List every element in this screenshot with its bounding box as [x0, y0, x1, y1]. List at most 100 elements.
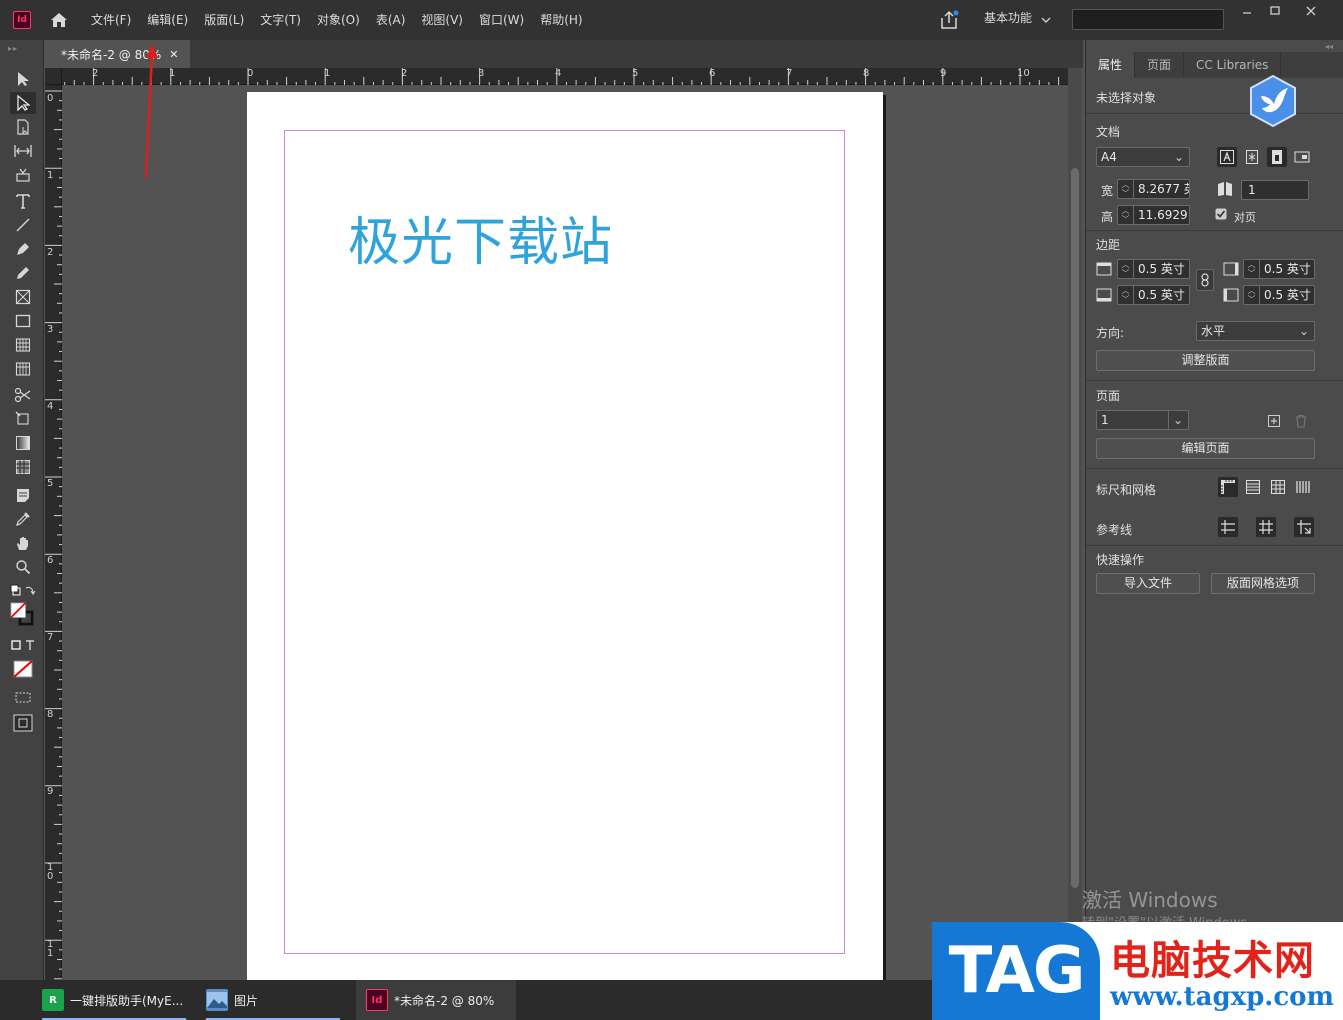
- free-transform-tool-icon[interactable]: [10, 408, 36, 430]
- content-collector-icon[interactable]: [10, 164, 36, 186]
- gap-tool-icon[interactable]: [10, 140, 36, 162]
- ruler-label: 0: [247, 68, 254, 79]
- pages-count-input[interactable]: 1: [1241, 180, 1309, 200]
- type-tool-icon[interactable]: [10, 190, 36, 212]
- rulers-grids-label: 标尺和网格: [1096, 483, 1157, 497]
- zoom-tool-icon[interactable]: [10, 556, 36, 578]
- formatting-container-icon[interactable]: [10, 634, 36, 656]
- menu-type[interactable]: 文字(T): [252, 0, 309, 40]
- margin-bottom-value: 0.5 英寸: [1138, 288, 1185, 302]
- facing-pages-checkbox[interactable]: [1213, 206, 1229, 222]
- import-file-button[interactable]: 导入文件: [1096, 573, 1200, 594]
- menu-table[interactable]: 表(A): [368, 0, 414, 40]
- page-select[interactable]: 1 ⌄: [1096, 410, 1189, 430]
- indesign-logo: Id: [13, 11, 31, 29]
- screen-mode-icon[interactable]: [10, 686, 36, 708]
- margin-top-input[interactable]: ︿ ﹀ 0.5 英寸: [1117, 259, 1190, 279]
- tab-properties[interactable]: 属性: [1086, 52, 1136, 78]
- margin-inside-input[interactable]: ︿ ﹀ 0.5 英寸: [1243, 259, 1315, 279]
- chevron-down-icon[interactable]: [1041, 13, 1051, 27]
- ruler-label: 1 0: [47, 862, 54, 882]
- menu-layout[interactable]: 版面(L): [196, 0, 252, 40]
- margin-outside-input[interactable]: ︿ ﹀ 0.5 英寸: [1243, 285, 1315, 305]
- workspace-switcher[interactable]: 基本功能: [984, 0, 1032, 36]
- document-grid-icon[interactable]: [1268, 477, 1288, 497]
- home-icon[interactable]: [49, 10, 69, 30]
- taskbar-item-pictures[interactable]: 图片: [198, 980, 348, 1020]
- fill-stroke-swatch-icon[interactable]: [10, 600, 36, 630]
- vertical-grid-tool-icon[interactable]: [10, 358, 36, 380]
- orientation-select[interactable]: 水平 ⌄: [1196, 321, 1315, 341]
- swap-fill-stroke-icon[interactable]: [10, 580, 36, 602]
- menu-help[interactable]: 帮助(H): [532, 0, 590, 40]
- vertical-scrollbar[interactable]: [1068, 68, 1082, 980]
- close-icon[interactable]: ✕: [169, 48, 178, 61]
- show-guides-icon[interactable]: [1218, 517, 1238, 537]
- trash-icon[interactable]: [1291, 411, 1311, 431]
- search-input[interactable]: [1072, 9, 1224, 30]
- share-icon[interactable]: [938, 9, 960, 31]
- ruler-label: 7: [47, 632, 54, 643]
- adjust-layout-button[interactable]: 调整版面: [1096, 350, 1315, 371]
- gradient-feather-tool-icon[interactable]: [10, 456, 36, 478]
- rectangle-frame-tool-icon[interactable]: [10, 286, 36, 308]
- rectangle-tool-icon[interactable]: [10, 310, 36, 332]
- document-page[interactable]: 极光下载站: [247, 92, 883, 980]
- horizontal-grid-tool-icon[interactable]: [10, 334, 36, 356]
- page-text-frame[interactable]: 极光下载站: [348, 200, 613, 275]
- divider: [1086, 113, 1343, 114]
- eyedropper-tool-icon[interactable]: [10, 508, 36, 530]
- tab-pages[interactable]: 页面: [1135, 52, 1185, 78]
- direct-selection-tool-icon[interactable]: [10, 92, 36, 114]
- baseline-grid-icon[interactable]: [1243, 477, 1263, 497]
- scissors-tool-icon[interactable]: [10, 384, 36, 406]
- menu-edit[interactable]: 编辑(E): [139, 0, 196, 40]
- selection-tool-icon[interactable]: [10, 68, 36, 90]
- margin-bottom-input[interactable]: ︿ ﹀ 0.5 英寸: [1117, 285, 1190, 305]
- taskbar-item-indesign[interactable]: Id *未命名-2 @ 80%: [356, 980, 516, 1020]
- pen-tool-icon[interactable]: [10, 238, 36, 260]
- menu-object[interactable]: 对象(O): [309, 0, 368, 40]
- pencil-tool-icon[interactable]: [10, 262, 36, 284]
- vertical-ruler[interactable]: 0 1 2 3 4 5 6 7 8 9 1 0 1 1: [45, 85, 62, 980]
- maximize-icon[interactable]: [1260, 0, 1290, 22]
- portrait-icon[interactable]: [1267, 147, 1287, 167]
- menu-file[interactable]: 文件(F): [83, 0, 139, 40]
- lock-guides-icon[interactable]: [1256, 517, 1276, 537]
- line-tool-icon[interactable]: [10, 214, 36, 236]
- collapse-icon[interactable]: ◂◂: [1325, 42, 1333, 51]
- page-tool-icon[interactable]: [10, 116, 36, 138]
- margin-bottom-icon: [1094, 285, 1114, 305]
- taskbar-item-myeditor[interactable]: R 一键排版助手(MyE...: [34, 980, 194, 1020]
- layout-grid-icon[interactable]: [1293, 477, 1313, 497]
- minimize-icon[interactable]: [1232, 0, 1262, 22]
- link-margins-icon[interactable]: [1196, 269, 1214, 291]
- primary-frame-icon[interactable]: [1242, 147, 1262, 167]
- scrollbar-thumb[interactable]: [1071, 168, 1079, 888]
- width-input[interactable]: ︿﹀8.2677 英: [1117, 179, 1190, 199]
- note-tool-icon[interactable]: [10, 484, 36, 506]
- text-frame-icon[interactable]: [1217, 147, 1237, 167]
- menu-view[interactable]: 视图(V): [413, 0, 471, 40]
- pages-count-icon: [1215, 179, 1235, 199]
- page-size-select[interactable]: A4 ⌄: [1096, 147, 1190, 167]
- menu-window[interactable]: 窗口(W): [471, 0, 532, 40]
- gradient-swatch-tool-icon[interactable]: [10, 432, 36, 454]
- hand-tool-icon[interactable]: [10, 532, 36, 554]
- layout-grid-options-button[interactable]: 版面网格选项: [1211, 573, 1315, 594]
- grip-icon[interactable]: ▸▸: [8, 44, 18, 53]
- smart-guides-icon[interactable]: [1294, 517, 1314, 537]
- ruler-icon[interactable]: [1218, 477, 1238, 497]
- apply-none-icon[interactable]: [10, 658, 36, 680]
- edit-page-button[interactable]: 编辑页面: [1096, 438, 1315, 459]
- preview-mode-icon[interactable]: [10, 712, 36, 734]
- ruler-origin[interactable]: [45, 68, 62, 85]
- horizontal-ruler[interactable]: 2 1 0 1 2 3 4 5 6 7 8 9 10: [62, 68, 1068, 85]
- add-page-icon[interactable]: [1264, 411, 1284, 431]
- margin-top-value: 0.5 英寸: [1138, 262, 1185, 276]
- site-name: 电脑技术网: [1110, 938, 1315, 984]
- ruler-label: 0: [47, 93, 54, 104]
- height-input[interactable]: ︿ ﹀ 11.6929: [1117, 205, 1190, 225]
- landscape-icon[interactable]: [1292, 147, 1312, 167]
- close-icon[interactable]: [1296, 0, 1326, 22]
